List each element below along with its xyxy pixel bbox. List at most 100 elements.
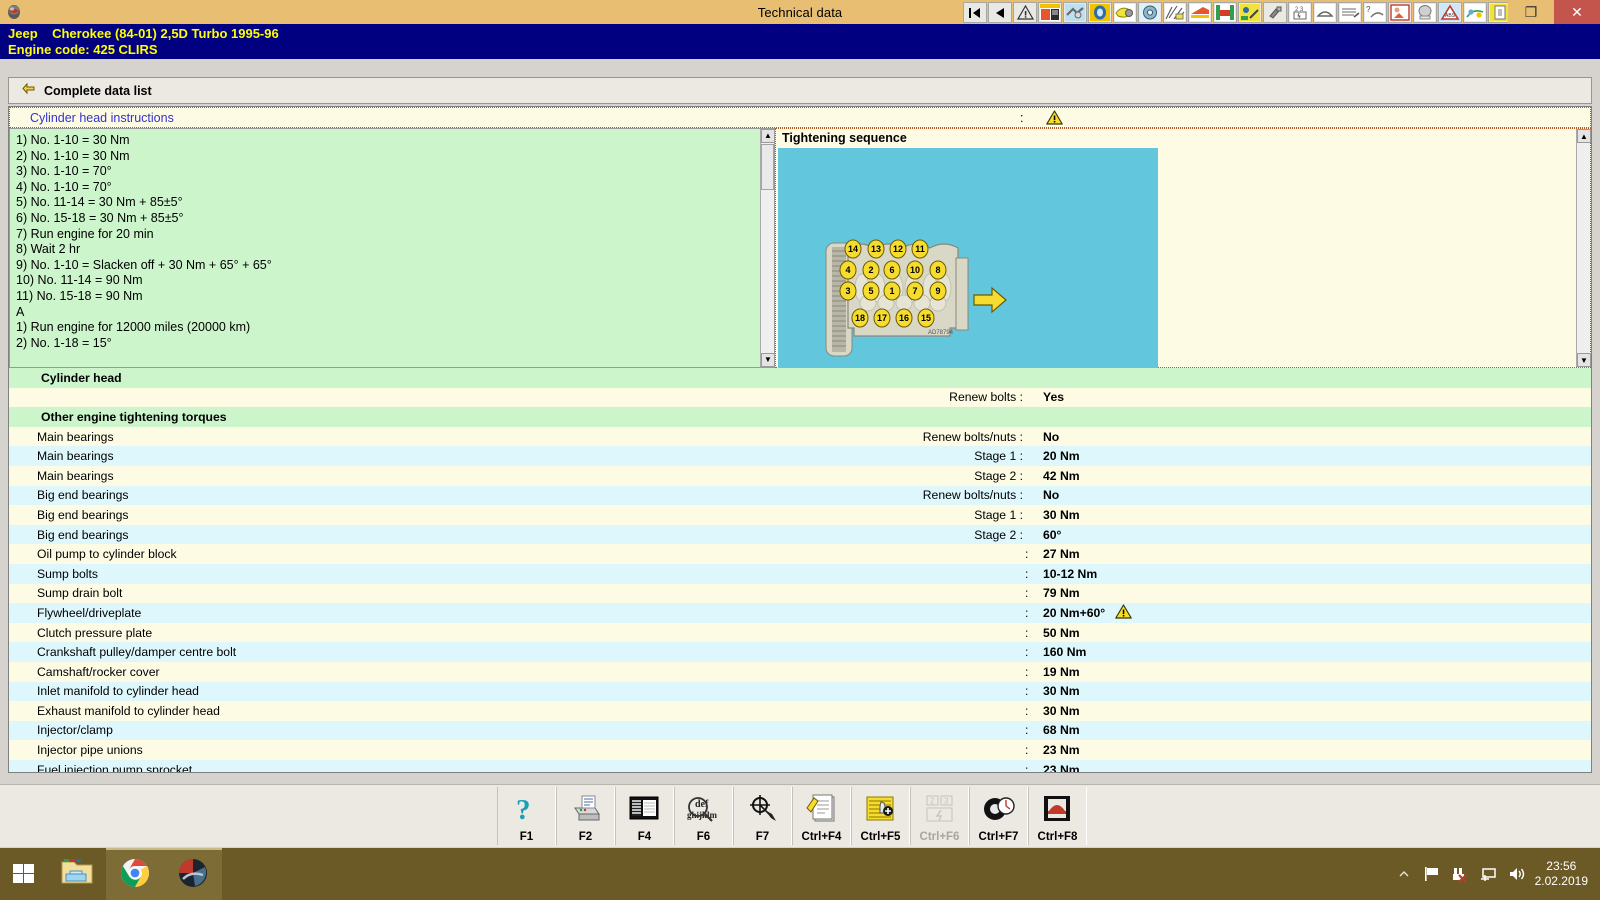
table-row[interactable]: Big end bearings Stage 2 : 60°: [9, 525, 1591, 545]
taskbar-item-chrome[interactable]: [106, 848, 164, 900]
display-icon[interactable]: [1479, 865, 1497, 883]
table-row[interactable]: Renew bolts : Yes: [9, 388, 1591, 408]
svg-text:15: 15: [921, 313, 931, 323]
table-row[interactable]: Camshaft/rocker cover : 19 Nm: [9, 662, 1591, 682]
table-row[interactable]: Injector/clamp : 68 Nm: [9, 721, 1591, 741]
app-globe-icon: [3, 1, 25, 23]
taskbar-item-autodata[interactable]: [164, 848, 222, 900]
function-key-f1[interactable]: ? F1: [497, 787, 556, 845]
window-layout-icon: [628, 787, 662, 831]
table-row[interactable]: Fuel injection pump sprocket : 23 Nm: [9, 760, 1591, 773]
lift-vehicle-icon[interactable]: [1213, 2, 1237, 23]
scroll-up-icon[interactable]: ▲: [761, 129, 775, 143]
restore-button[interactable]: ❐: [1508, 0, 1554, 24]
scroll-up-icon[interactable]: ▲: [1577, 129, 1591, 143]
brake-disc-icon[interactable]: [1138, 2, 1162, 23]
first-record-icon[interactable]: [963, 2, 987, 23]
function-key-ctrl-f7[interactable]: Ctrl+F7: [969, 787, 1028, 845]
svg-text:3: 3: [845, 286, 850, 296]
table-row[interactable]: Sump bolts : 10-12 Nm: [9, 564, 1591, 584]
abs-warning-icon[interactable]: ABS: [1438, 2, 1462, 23]
body-panel-icon[interactable]: [1313, 2, 1337, 23]
engine-code: Engine code: 425 CLIRS: [8, 42, 1592, 58]
table-row[interactable]: Inlet manifold to cylinder head : 30 Nm: [9, 682, 1591, 702]
scroll-down-icon[interactable]: ▼: [761, 353, 775, 367]
warning-triangle-icon[interactable]: [1115, 604, 1132, 622]
scroll-down-icon[interactable]: ▼: [1577, 353, 1591, 367]
wheel-alignment-icon[interactable]: [1088, 2, 1112, 23]
airbag-icon[interactable]: [1413, 2, 1437, 23]
table-row[interactable]: Main bearings Stage 1 : 20 Nm: [9, 446, 1591, 466]
wiring-diagram-icon[interactable]: [1163, 2, 1187, 23]
battery-icon[interactable]: 2 3: [1288, 2, 1312, 23]
function-key-ctrl-f4[interactable]: Ctrl+F4: [792, 787, 851, 845]
table-row[interactable]: Exhaust manifold to cylinder head : 30 N…: [9, 701, 1591, 721]
show-hidden-icons-chevron[interactable]: [1395, 865, 1413, 883]
diagnostics-icon[interactable]: ?: [1363, 2, 1387, 23]
instruction-line: 5) No. 11-14 = 30 Nm + 85±5°: [16, 195, 768, 211]
breadcrumb[interactable]: Complete data list: [8, 77, 1592, 104]
function-key-f4[interactable]: F4: [615, 787, 674, 845]
table-row[interactable]: Oil pump to cylinder block : 27 Nm: [9, 544, 1591, 564]
table-row[interactable]: Sump drain bolt : 79 Nm: [9, 584, 1591, 604]
title-bar: Technical data: [0, 0, 1600, 24]
vehicle-make: Jeep: [8, 26, 38, 41]
scroll-thumb[interactable]: [761, 144, 774, 190]
taskbar-item-file-explorer[interactable]: [48, 848, 106, 900]
header-spacer: [0, 59, 1600, 77]
function-key-ctrl-f8[interactable]: Ctrl+F8: [1028, 787, 1087, 845]
svg-text:5: 5: [868, 286, 873, 296]
spark-plug-icon[interactable]: [1263, 2, 1287, 23]
service-schedule-icon[interactable]: [1238, 2, 1262, 23]
flag-icon[interactable]: [1423, 865, 1441, 883]
engine-parts-icon[interactable]: [1063, 2, 1087, 23]
warning-triangle-icon[interactable]: [1046, 110, 1063, 130]
network-error-icon[interactable]: [1451, 865, 1469, 883]
adjust-tool-icon: [746, 787, 780, 831]
belt-drive-icon[interactable]: [1113, 2, 1137, 23]
vehicle-lift-icon: [1041, 787, 1075, 831]
electrics-icon[interactable]: [1463, 2, 1487, 23]
row-value: 20 Nm: [1043, 449, 1080, 463]
instructions-scrollbar[interactable]: ▲ ▼: [760, 129, 774, 367]
function-key-ctrl-f5[interactable]: Ctrl+F5: [851, 787, 910, 845]
warning-triangle-icon[interactable]: [1013, 2, 1037, 23]
tv-dashboard-icon[interactable]: [1038, 2, 1062, 23]
section-label: Cylinder head: [41, 371, 122, 385]
row-value: 23 Nm: [1043, 743, 1080, 757]
previous-record-icon[interactable]: [988, 2, 1012, 23]
function-key-label: F6: [697, 831, 710, 843]
diagram-scrollbar[interactable]: ▲ ▼: [1576, 129, 1590, 367]
table-row[interactable]: Big end bearings Renew bolts/nuts : No: [9, 486, 1591, 506]
table-row[interactable]: Main bearings Stage 2 : 42 Nm: [9, 466, 1591, 486]
svg-text:11: 11: [915, 244, 925, 254]
taskbar-clock[interactable]: 23:56 2.02.2019: [1535, 859, 1588, 889]
instructions-heading-row: Cylinder head instructions :: [9, 107, 1591, 128]
suspension-icon[interactable]: [1188, 2, 1212, 23]
function-key-f6[interactable]: def ghijklm F6: [674, 787, 733, 845]
air-conditioning-icon[interactable]: [1338, 2, 1362, 23]
row-label: Injector pipe unions: [37, 743, 143, 757]
table-row[interactable]: Main bearings Renew bolts/nuts : No: [9, 427, 1591, 447]
table-row[interactable]: Big end bearings Stage 1 : 30 Nm: [9, 505, 1591, 525]
svg-text:8: 8: [935, 265, 940, 275]
table-row[interactable]: Flywheel/driveplate : 20 Nm+60°: [9, 603, 1591, 623]
instruction-line: 9) No. 1-10 = Slacken off + 30 Nm + 65° …: [16, 258, 768, 274]
row-value: 30 Nm: [1043, 704, 1080, 718]
help-question-icon: ?: [512, 787, 542, 831]
row-value: 79 Nm: [1043, 586, 1080, 600]
row-label: Main bearings: [37, 469, 114, 483]
table-row[interactable]: Clutch pressure plate : 50 Nm: [9, 623, 1591, 643]
table-row[interactable]: Crankshaft pulley/damper centre bolt : 1…: [9, 642, 1591, 662]
table-row[interactable]: Injector pipe unions : 23 Nm: [9, 740, 1591, 760]
row-parameter: Renew bolts :: [949, 390, 1023, 404]
airbag-seat-icon[interactable]: [1388, 2, 1412, 23]
function-key-label: Ctrl+F5: [861, 831, 901, 843]
function-key-f7[interactable]: F7: [733, 787, 792, 845]
close-button[interactable]: ✕: [1554, 0, 1600, 24]
tightening-sequence-diagram[interactable]: 14 13 12 11 4 2 6 10 8 3 5: [778, 148, 1158, 370]
volume-icon[interactable]: [1507, 865, 1525, 883]
function-keys: ? F1 F2: [497, 787, 1087, 845]
windows-start-icon[interactable]: [0, 848, 48, 900]
function-key-f2[interactable]: F2: [556, 787, 615, 845]
